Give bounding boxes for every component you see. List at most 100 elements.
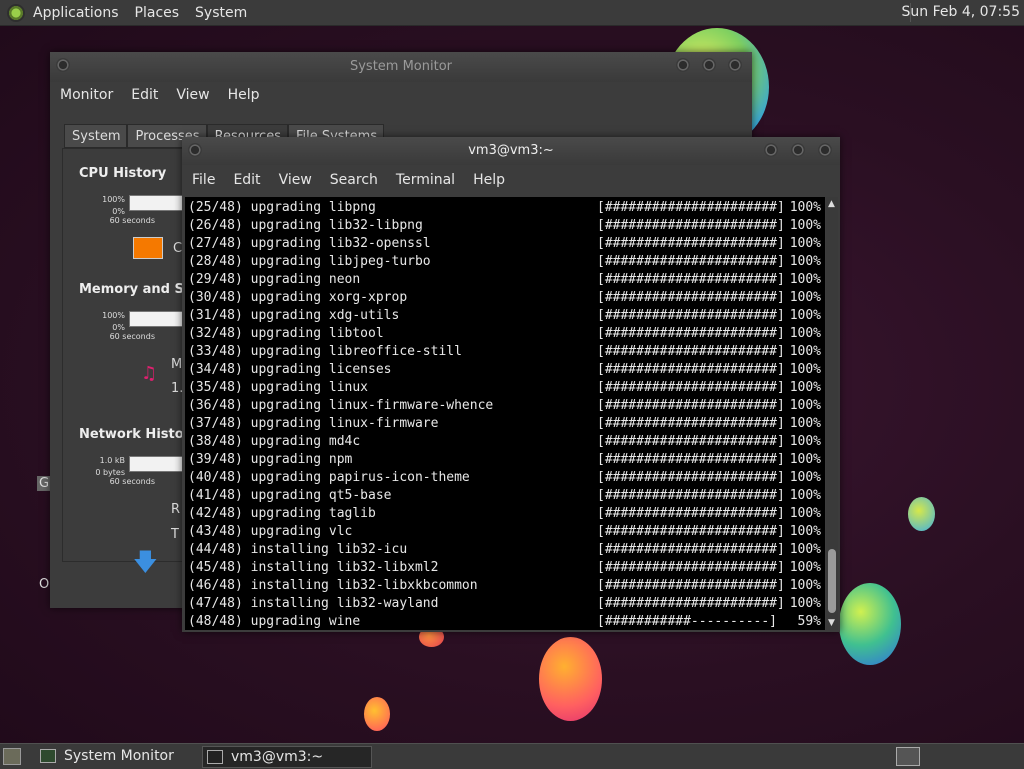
scroll-down-icon[interactable]: ▼ xyxy=(828,618,835,628)
terminal-line: (25/48) upgrading libpng xyxy=(188,200,376,215)
terminal-titlebar[interactable]: vm3@vm3:~ xyxy=(182,137,840,165)
maximize-icon[interactable] xyxy=(702,58,716,72)
task-system-monitor[interactable]: System Monitor xyxy=(36,746,200,766)
terminal-line: (31/48) upgrading xdg-utils xyxy=(188,308,400,323)
terminal-scrollbar[interactable]: ▲ ▼ xyxy=(826,197,838,630)
network-graph xyxy=(129,456,183,472)
progress-percent: 100% xyxy=(789,290,821,305)
menu-help[interactable]: Help xyxy=(473,172,505,188)
window-menu-icon[interactable] xyxy=(56,58,70,72)
progress-bar-text: [######################] xyxy=(597,560,785,575)
distro-logo-icon[interactable] xyxy=(7,3,25,22)
cpu-history-title: CPU History xyxy=(79,166,167,181)
progress-bar-text: [######################] xyxy=(597,362,785,377)
close-icon[interactable] xyxy=(818,143,832,157)
menu-view[interactable]: View xyxy=(279,172,312,188)
progress-percent: 100% xyxy=(789,398,821,413)
task-label: vm3@vm3:~ xyxy=(231,749,324,765)
menu-search[interactable]: Search xyxy=(330,172,378,188)
progress-bar-text: [######################] xyxy=(597,470,785,485)
progress-percent: 100% xyxy=(789,506,821,521)
applications-menu[interactable]: Applications xyxy=(33,5,119,21)
download-arrow-icon[interactable]: 🡇 xyxy=(133,545,158,586)
progress-percent: 100% xyxy=(789,272,821,287)
show-desktop-icon[interactable] xyxy=(3,748,21,765)
scrollbar-thumb[interactable] xyxy=(828,549,836,613)
progress-percent: 100% xyxy=(789,380,821,395)
close-icon[interactable] xyxy=(728,58,742,72)
scroll-up-icon[interactable]: ▲ xyxy=(828,199,835,209)
terminal-line: (34/48) upgrading licenses xyxy=(188,362,392,377)
bubble xyxy=(539,637,602,721)
terminal-icon xyxy=(207,750,223,764)
terminal-line: (30/48) upgrading xorg-xprop xyxy=(188,290,408,305)
progress-percent: 100% xyxy=(789,596,821,611)
terminal-line: (40/48) upgrading papirus-icon-theme xyxy=(188,470,470,485)
places-menu[interactable]: Places xyxy=(135,5,180,21)
progress-bar-text: [######################] xyxy=(597,236,785,251)
terminal-line: (45/48) installing lib32-libxml2 xyxy=(188,560,439,575)
terminal-line: (36/48) upgrading linux-firmware-whence xyxy=(188,398,494,413)
memory-pie-icon[interactable]: ♫ xyxy=(141,363,157,384)
progress-percent: 100% xyxy=(789,524,821,539)
terminal-line: (41/48) upgrading qt5-base xyxy=(188,488,392,503)
terminal-line: (42/48) upgrading taglib xyxy=(188,506,376,521)
workspace-switcher-icon[interactable] xyxy=(896,747,920,766)
progress-percent: 100% xyxy=(789,326,821,341)
progress-bar-text: [###########----------] xyxy=(597,614,778,629)
terminal-output[interactable]: (25/48) upgrading libpng [###############… xyxy=(185,197,825,630)
progress-percent: 100% xyxy=(789,416,821,431)
terminal-window: vm3@vm3:~ File Edit View Search Terminal… xyxy=(182,137,840,632)
network-y-min: 0 bytes xyxy=(95,468,125,477)
clock[interactable]: Sun Feb 4, 07:55 xyxy=(902,4,1020,20)
network-receive-fragment: R xyxy=(171,502,181,517)
terminal-line: (27/48) upgrading lib32-openssl xyxy=(188,236,431,251)
memory-graph xyxy=(129,311,183,327)
memory-x-label: 60 seconds xyxy=(109,332,155,341)
bubble xyxy=(364,697,390,731)
terminal-menubar: File Edit View Search Terminal Help xyxy=(182,172,840,188)
menu-help[interactable]: Help xyxy=(228,87,260,103)
network-x-label: 60 seconds xyxy=(109,477,155,486)
progress-percent: 100% xyxy=(789,578,821,593)
terminal-line: (29/48) upgrading neon xyxy=(188,272,361,287)
task-label: System Monitor xyxy=(64,748,174,764)
progress-bar-text: [######################] xyxy=(597,452,785,467)
menu-view[interactable]: View xyxy=(176,87,209,103)
progress-bar-text: [######################] xyxy=(597,254,785,269)
menu-monitor[interactable]: Monitor xyxy=(60,87,113,103)
progress-bar-text: [######################] xyxy=(597,524,785,539)
menu-edit[interactable]: Edit xyxy=(233,172,260,188)
maximize-icon[interactable] xyxy=(791,143,805,157)
menu-terminal[interactable]: Terminal xyxy=(396,172,455,188)
cpu-color-swatch[interactable] xyxy=(133,237,163,259)
terminal-line: (35/48) upgrading linux xyxy=(188,380,369,395)
cpu-graph xyxy=(129,195,183,211)
network-total-fragment: T xyxy=(171,527,179,542)
minimize-icon[interactable] xyxy=(764,143,778,157)
tab-system[interactable]: System xyxy=(64,124,128,148)
window-menu-icon[interactable] xyxy=(188,143,202,157)
task-terminal[interactable]: vm3@vm3:~ xyxy=(202,746,372,768)
progress-percent: 100% xyxy=(789,542,821,557)
progress-bar-text: [######################] xyxy=(597,416,785,431)
window-title: System Monitor xyxy=(349,59,453,74)
menu-edit[interactable]: Edit xyxy=(131,87,158,103)
terminal-line: (48/48) upgrading wine xyxy=(188,614,361,629)
progress-percent: 100% xyxy=(789,488,821,503)
network-history-title: Network History xyxy=(79,427,199,442)
minimize-icon[interactable] xyxy=(676,58,690,72)
system-menu[interactable]: System xyxy=(195,5,247,21)
cpu-x-label: 60 seconds xyxy=(109,216,155,225)
progress-bar-text: [######################] xyxy=(597,434,785,449)
terminal-line: (47/48) installing lib32-wayland xyxy=(188,596,439,611)
system-monitor-titlebar[interactable]: System Monitor xyxy=(50,52,752,82)
terminal-line: (43/48) upgrading vlc xyxy=(188,524,353,539)
menu-file[interactable]: File xyxy=(192,172,215,188)
terminal-line: (39/48) upgrading npm xyxy=(188,452,353,467)
progress-bar-text: [######################] xyxy=(597,380,785,395)
progress-percent: 100% xyxy=(789,218,821,233)
progress-percent: 100% xyxy=(789,254,821,269)
desktop-icon-fragment[interactable]: G xyxy=(37,476,52,491)
window-title: vm3@vm3:~ xyxy=(468,143,554,158)
